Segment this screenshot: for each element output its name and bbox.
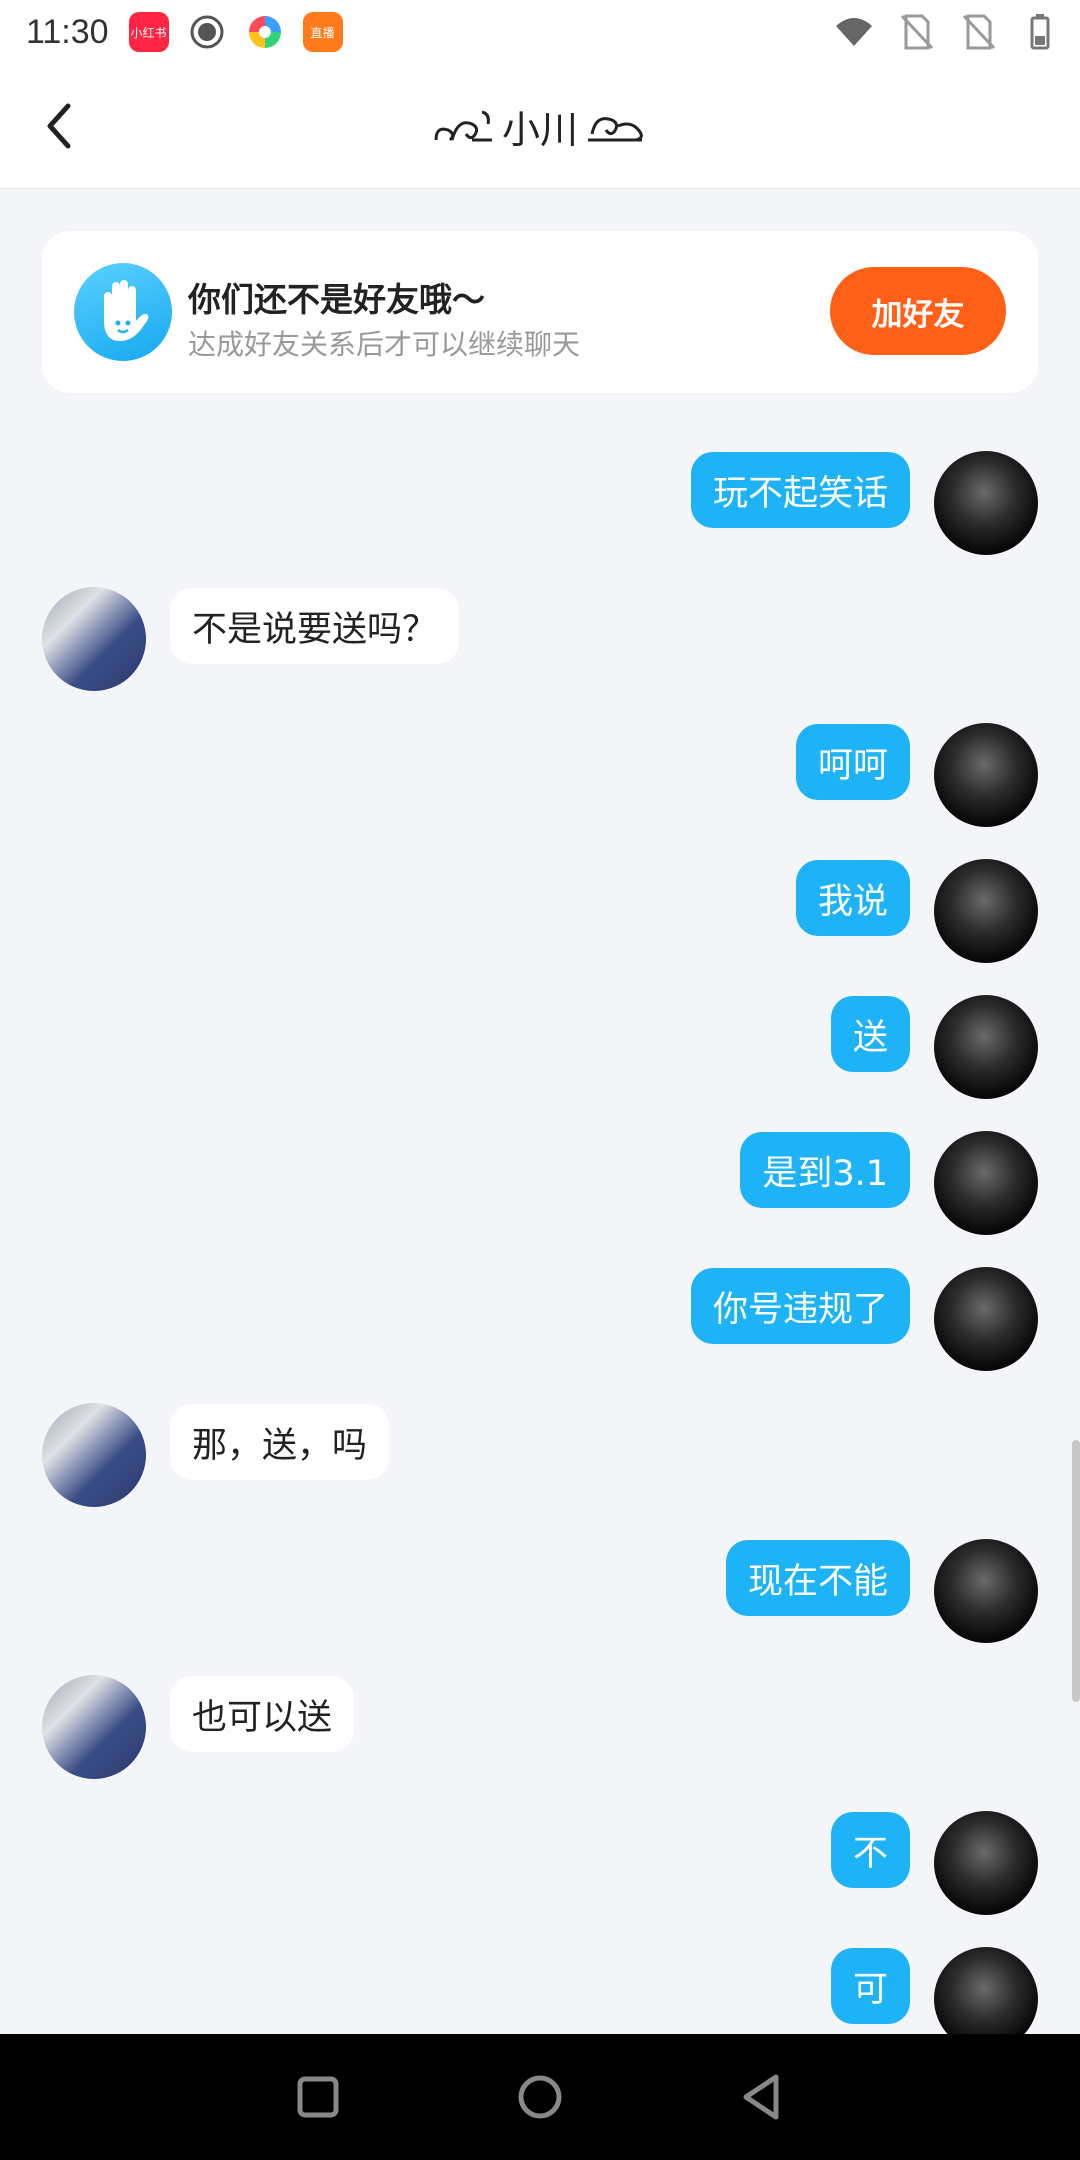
- message-row: 玩不起笑话: [0, 451, 1080, 561]
- not-friends-banner: 你们还不是好友哦～ 达成好友关系后才可以继续聊天 加好友: [42, 231, 1038, 393]
- live-app-label: 直播: [310, 25, 335, 40]
- message-row: 送: [0, 995, 1080, 1105]
- message-bubble[interactable]: 现在不能: [725, 1540, 910, 1616]
- title-area: 小川: [0, 94, 1080, 158]
- status-time: 11:30: [26, 12, 109, 51]
- message-bubble[interactable]: 玩不起笑话: [690, 452, 910, 528]
- message-bubble[interactable]: 不是说要送吗？: [170, 588, 460, 664]
- banner-subtitle: 达成好友关系后才可以继续聊天: [188, 328, 581, 361]
- message-bubble[interactable]: 那，送，吗: [170, 1404, 390, 1480]
- contact-avatar[interactable]: [42, 587, 146, 691]
- page-title: 小川: [501, 107, 578, 152]
- my-avatar[interactable]: [934, 995, 1038, 1099]
- status-bar: 11:30 小红书 直播: [0, 0, 1080, 64]
- hand-wave-icon: [74, 263, 172, 361]
- my-avatar[interactable]: [934, 1539, 1038, 1643]
- pinwheel-icon: [245, 12, 285, 52]
- record-icon: [187, 12, 227, 52]
- navigation-bar: [0, 2034, 1080, 2160]
- my-avatar[interactable]: [934, 1811, 1038, 1915]
- message-row: 现在不能: [0, 1539, 1080, 1649]
- message-row: 我说: [0, 859, 1080, 969]
- back-triangle-icon[interactable]: [732, 2067, 792, 2127]
- message-row: 不是说要送吗？: [0, 587, 1080, 697]
- xiaohongshu-label: 小红书: [130, 25, 167, 40]
- xiaohongshu-icon: 小红书: [128, 12, 169, 52]
- message-bubble[interactable]: 你号违规了: [690, 1268, 910, 1344]
- banner-title: 你们还不是好友哦～: [188, 280, 485, 319]
- message-row: 呵呵: [0, 723, 1080, 833]
- add-friend-button[interactable]: 加好友: [830, 267, 1006, 355]
- home-icon[interactable]: [510, 2067, 570, 2127]
- message-row: 是到3.1: [0, 1131, 1080, 1241]
- my-avatar[interactable]: [934, 723, 1038, 827]
- my-avatar[interactable]: [934, 859, 1038, 963]
- live-app-icon: 直播: [302, 12, 343, 52]
- my-avatar[interactable]: [934, 1267, 1038, 1371]
- no-sim-2-icon: [962, 14, 996, 50]
- message-bubble[interactable]: 不: [830, 1812, 910, 1888]
- notification-icons: 小红书 直播: [128, 12, 343, 52]
- my-avatar[interactable]: [934, 451, 1038, 555]
- message-bubble[interactable]: 是到3.1: [740, 1132, 910, 1208]
- no-sim-icon: [900, 14, 934, 50]
- battery-icon: [1030, 14, 1050, 50]
- message-bubble[interactable]: 可: [830, 1948, 910, 2024]
- system-icons: [834, 12, 1060, 52]
- scrollbar[interactable]: [1072, 1440, 1080, 1702]
- wifi-icon: [836, 18, 872, 46]
- message-row: 你号违规了: [0, 1267, 1080, 1377]
- contact-avatar[interactable]: [42, 1675, 146, 1779]
- chat-header: 小川: [0, 64, 1080, 189]
- contact-avatar[interactable]: [42, 1403, 146, 1507]
- message-bubble[interactable]: 呵呵: [795, 724, 910, 800]
- message-row: 那，送，吗: [0, 1403, 1080, 1513]
- message-bubble[interactable]: 送: [830, 996, 910, 1072]
- message-bubble[interactable]: 我说: [795, 860, 910, 936]
- message-bubble[interactable]: 也可以送: [170, 1676, 355, 1752]
- message-row: 也可以送: [0, 1675, 1080, 1785]
- my-avatar[interactable]: [934, 1131, 1038, 1235]
- left-swirl-decoration-icon: [434, 110, 492, 142]
- right-swirl-decoration-icon: [588, 117, 643, 142]
- message-row: 不: [0, 1811, 1080, 1921]
- recent-apps-icon[interactable]: [288, 2067, 348, 2127]
